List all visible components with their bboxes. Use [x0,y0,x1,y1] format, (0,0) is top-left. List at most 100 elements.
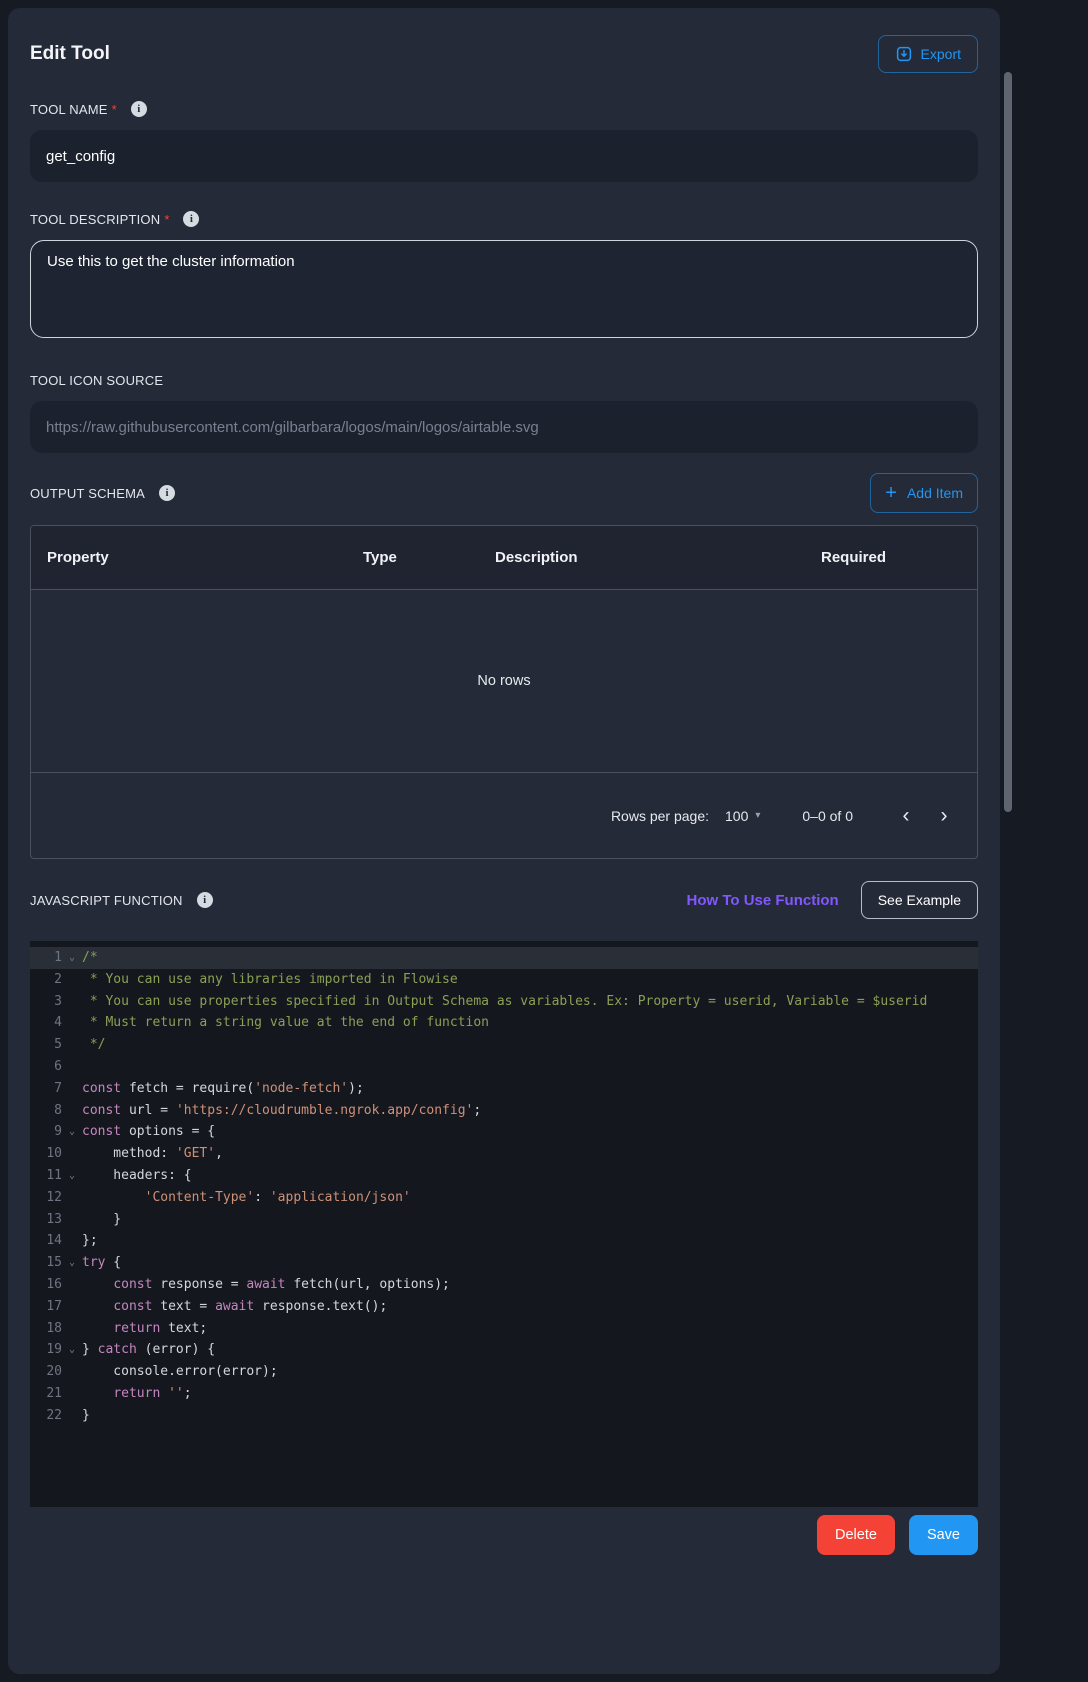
line-number: 9 [30,1121,62,1143]
code-line-text: }; [82,1230,98,1252]
code-line: 13 } [30,1209,978,1231]
tool-icon-source-input[interactable] [30,401,978,453]
line-number: 8 [30,1100,62,1122]
plus-icon: + [885,483,897,503]
code-line-text: } [82,1209,121,1231]
pagination-range-text: 0–0 of 0 [802,808,853,824]
previous-page-button[interactable]: ‹ [887,797,925,835]
info-icon[interactable]: i [131,101,147,117]
code-editor[interactable]: 1⌄/*2 * You can use any libraries import… [30,941,978,1507]
fold-marker-icon[interactable]: ⌄ [62,947,82,969]
fold-spacer [62,1143,82,1165]
code-line-text: console.error(error); [82,1361,278,1383]
line-number: 18 [30,1318,62,1340]
code-line-text: * You can use properties specified in Ou… [82,991,927,1013]
line-number: 15 [30,1252,62,1274]
code-line-text: const options = { [82,1121,215,1143]
tool-name-input[interactable] [30,130,978,182]
line-number: 2 [30,969,62,991]
scrollbar-thumb[interactable] [1004,72,1012,812]
line-number: 13 [30,1209,62,1231]
table-header-row: Property Type Description Required [31,526,977,590]
code-line-text: const url = 'https://cloudrumble.ngrok.a… [82,1100,481,1122]
delete-button[interactable]: Delete [817,1515,895,1555]
code-line: 4 * Must return a string value at the en… [30,1012,978,1034]
how-to-use-function-link[interactable]: How To Use Function [687,892,839,909]
code-line-text: method: 'GET', [82,1143,223,1165]
line-number: 12 [30,1187,62,1209]
info-icon[interactable]: i [197,892,213,908]
code-line: 7const fetch = require('node-fetch'); [30,1078,978,1100]
column-header-required: Required [805,549,977,566]
rows-per-page-label: Rows per page: [611,808,709,824]
code-line-text: } catch (error) { [82,1339,215,1361]
fold-marker-icon[interactable]: ⌄ [62,1165,82,1187]
code-line: 19⌄} catch (error) { [30,1339,978,1361]
edit-tool-dialog: Edit Tool Export TOOL NAME * i TOOL DESC… [8,8,1000,1674]
fold-spacer [62,1078,82,1100]
js-function-label: JAVASCRIPT FUNCTION [30,893,183,908]
export-button[interactable]: Export [878,35,978,73]
tool-name-label-row: TOOL NAME * i [30,100,978,118]
fold-spacer [62,1056,82,1078]
code-line-text: const fetch = require('node-fetch'); [82,1078,364,1100]
code-line: 6 [30,1056,978,1078]
info-icon[interactable]: i [159,485,175,501]
code-line-text: 'Content-Type': 'application/json' [82,1187,411,1209]
js-function-actions: How To Use Function See Example [687,881,979,919]
code-line: 2 * You can use any libraries imported i… [30,969,978,991]
line-number: 19 [30,1339,62,1361]
line-number: 1 [30,947,62,969]
line-number: 14 [30,1230,62,1252]
code-line-text: return ''; [82,1383,192,1405]
code-line-text: /* [82,947,98,969]
fold-spacer [62,1361,82,1383]
fold-spacer [62,1274,82,1296]
scrollbar-track[interactable] [1004,8,1012,1674]
table-pagination: Rows per page: 100 ▾ 0–0 of 0 ‹ › [31,772,977,858]
fold-spacer [62,991,82,1013]
code-line: 16 const response = await fetch(url, opt… [30,1274,978,1296]
rows-per-page-select[interactable]: 100 ▾ [725,808,760,824]
code-line-text: * Must return a string value at the end … [82,1012,489,1034]
fold-spacer [62,1318,82,1340]
code-line: 21 return ''; [30,1383,978,1405]
output-schema-table: Property Type Description Required No ro… [30,525,978,859]
save-button[interactable]: Save [909,1515,978,1555]
fold-spacer [62,1209,82,1231]
fold-spacer [62,1405,82,1427]
code-line-text: */ [82,1034,105,1056]
see-example-button[interactable]: See Example [861,881,978,919]
code-line-text: return text; [82,1318,207,1340]
code-line: 8 const url = 'https://cloudrumble.ngrok.… [30,1100,978,1122]
fold-marker-icon[interactable]: ⌄ [62,1252,82,1274]
output-schema-label-group: OUTPUT SCHEMA i [30,485,175,501]
line-number: 17 [30,1296,62,1318]
add-item-button[interactable]: + Add Item [870,473,978,513]
no-rows-text: No rows [477,673,530,689]
fold-spacer [62,1187,82,1209]
code-line: 18 return text; [30,1318,978,1340]
js-function-label-group: JAVASCRIPT FUNCTION i [30,892,213,908]
required-asterisk: * [164,212,169,227]
tool-name-label: TOOL NAME [30,102,108,117]
tool-description-textarea[interactable]: Use this to get the cluster information [30,240,978,338]
code-line: 12 'Content-Type': 'application/json' [30,1187,978,1209]
tool-icon-source-label: TOOL ICON SOURCE [30,373,163,388]
fold-spacer [62,1296,82,1318]
add-item-label: Add Item [907,485,963,501]
tool-icon-label-row: TOOL ICON SOURCE [30,371,978,389]
fold-spacer [62,1034,82,1056]
next-page-button[interactable]: › [925,797,963,835]
fold-marker-icon[interactable]: ⌄ [62,1339,82,1361]
code-line-text: * You can use any libraries imported in … [82,969,458,991]
code-lines: 1⌄/*2 * You can use any libraries import… [30,947,978,1427]
js-function-header-row: JAVASCRIPT FUNCTION i How To Use Functio… [30,881,978,919]
table-empty-body: No rows [31,590,977,772]
info-icon[interactable]: i [183,211,199,227]
code-line-text: headers: { [82,1165,192,1187]
fold-marker-icon[interactable]: ⌄ [62,1121,82,1143]
code-line-text: try { [82,1252,121,1274]
line-number: 3 [30,991,62,1013]
code-line: 1⌄/* [30,947,978,969]
